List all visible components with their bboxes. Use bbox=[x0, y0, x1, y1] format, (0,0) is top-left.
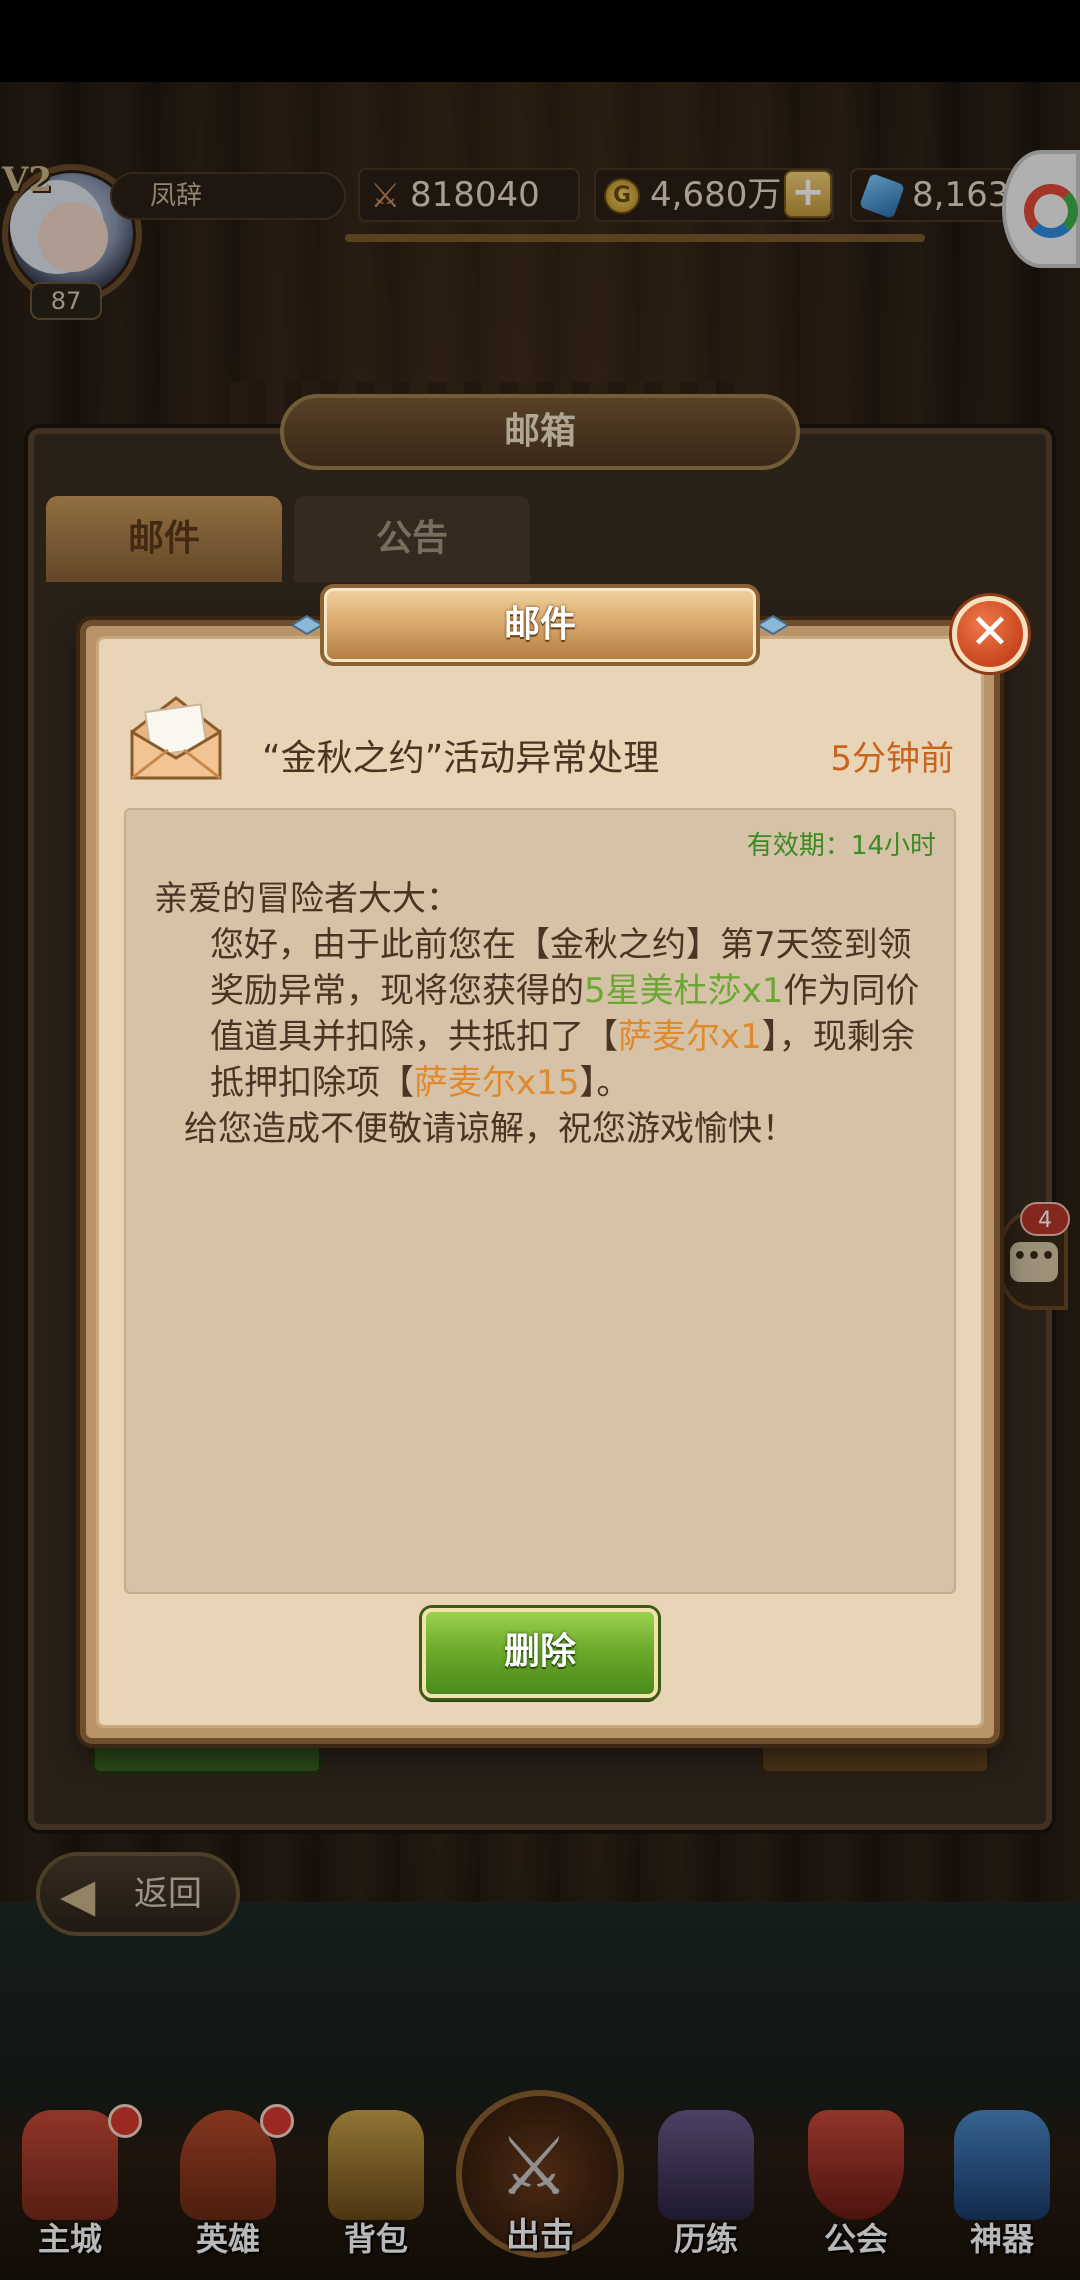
status-bar bbox=[0, 0, 1080, 82]
delete-button[interactable]: 删除 bbox=[422, 1608, 658, 1698]
letter-deducted-highlight: 萨麦尔x1 bbox=[618, 1017, 762, 1057]
letter-paragraph-2: 给您造成不便敬请谅解，祝您游戏愉快！ bbox=[184, 1109, 796, 1149]
mail-timestamp: 5分钟前 bbox=[830, 739, 954, 779]
envelope-icon bbox=[130, 696, 222, 780]
close-icon: ✕ bbox=[969, 604, 1011, 660]
letter-paragraph-1: 您好，由于此前您在【金秋之约】第7天签到领奖励异常，现将您获得的5星美杜莎x1作… bbox=[154, 922, 944, 1106]
mail-dialog-title-bar: 邮件 bbox=[320, 584, 760, 666]
validity-value: 14小时 bbox=[850, 831, 936, 861]
letter-greeting: 亲爱的冒险者大大： bbox=[154, 879, 460, 919]
mail-letter: 亲爱的冒险者大大： 您好，由于此前您在【金秋之约】第7天签到领奖励异常，现将您获… bbox=[154, 876, 944, 1152]
mail-dialog-title: 邮件 bbox=[503, 604, 576, 645]
title-gem-left-icon bbox=[292, 614, 322, 636]
delete-label: 删除 bbox=[503, 1631, 576, 1672]
letter-item-highlight: 5星美杜莎x1 bbox=[584, 971, 784, 1011]
mail-subject: “金秋之约”活动异常处理 bbox=[262, 738, 660, 779]
mail-validity: 有效期：14小时 bbox=[700, 826, 936, 866]
close-button[interactable]: ✕ bbox=[952, 596, 1028, 672]
letter-p1-d: 】。 bbox=[579, 1063, 631, 1103]
title-gem-right-icon bbox=[758, 614, 788, 636]
letter-remaining-highlight: 萨麦尔x15 bbox=[414, 1063, 580, 1103]
validity-label: 有效期： bbox=[746, 831, 851, 861]
